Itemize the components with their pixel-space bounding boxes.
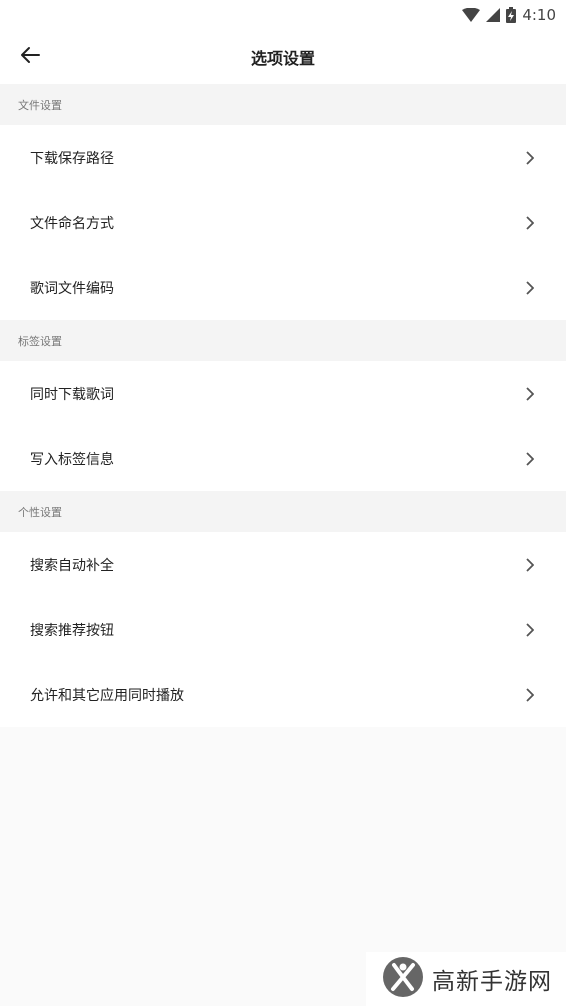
- status-time: 4:10: [522, 6, 556, 24]
- item-label: 文件命名方式: [30, 215, 114, 232]
- chevron-right-icon: [524, 215, 536, 230]
- battery-charging-icon: [506, 7, 517, 23]
- item-label: 歌词文件编码: [30, 280, 114, 297]
- arrow-left-icon: [19, 44, 41, 70]
- item-label: 同时下载歌词: [30, 386, 114, 403]
- chevron-right-icon: [524, 622, 536, 637]
- section-title: 文件设置: [18, 98, 62, 112]
- item-label: 搜索自动补全: [30, 557, 114, 574]
- section-title: 个性设置: [18, 505, 62, 519]
- list-item-search-autocomplete[interactable]: 搜索自动补全: [0, 532, 566, 597]
- page-title: 选项设置: [250, 49, 315, 68]
- chevron-right-icon: [524, 150, 536, 165]
- chevron-right-icon: [524, 557, 536, 572]
- list-item-download-path[interactable]: 下载保存路径: [0, 125, 566, 190]
- back-button[interactable]: [14, 41, 46, 73]
- watermark-text: 高新手游网: [432, 969, 552, 995]
- list-item-write-tags[interactable]: 写入标签信息: [0, 426, 566, 491]
- chevron-right-icon: [524, 451, 536, 466]
- section-header-file: 文件设置: [0, 84, 566, 125]
- chevron-right-icon: [524, 687, 536, 702]
- status-bar: 4:10: [0, 0, 566, 30]
- list-item-search-recommend-button[interactable]: 搜索推荐按钮: [0, 597, 566, 662]
- section-title: 标签设置: [18, 334, 62, 348]
- item-label: 写入标签信息: [30, 451, 114, 468]
- chevron-right-icon: [524, 280, 536, 295]
- wifi-icon: [462, 8, 481, 22]
- cellular-signal-icon: [486, 8, 501, 22]
- item-label: 搜索推荐按钮: [30, 622, 114, 639]
- watermark: 高新手游网: [366, 952, 566, 1006]
- app-bar: 选项设置: [0, 30, 566, 84]
- list-item-lyric-encoding[interactable]: 歌词文件编码: [0, 255, 566, 320]
- watermark-logo-icon: [382, 956, 424, 1002]
- item-label: 下载保存路径: [30, 150, 114, 167]
- section-header-tags: 标签设置: [0, 320, 566, 361]
- list-item-download-lyrics[interactable]: 同时下载歌词: [0, 361, 566, 426]
- item-label: 允许和其它应用同时播放: [30, 687, 184, 704]
- list-item-file-naming[interactable]: 文件命名方式: [0, 190, 566, 255]
- list-item-simultaneous-playback[interactable]: 允许和其它应用同时播放: [0, 662, 566, 727]
- section-header-personal: 个性设置: [0, 491, 566, 532]
- chevron-right-icon: [524, 386, 536, 401]
